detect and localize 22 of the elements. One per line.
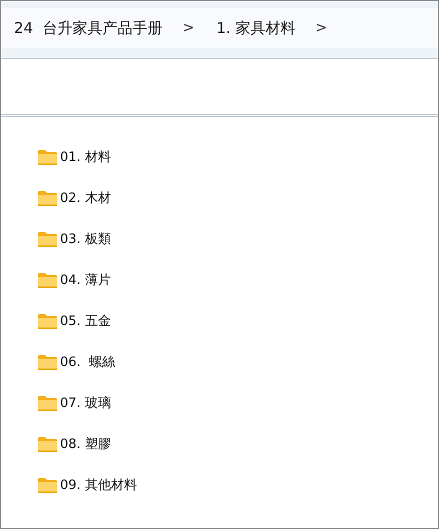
folder-name[interactable]: 05. 五金 bbox=[60, 312, 111, 332]
folder-name[interactable]: 02. 木材 bbox=[60, 188, 111, 208]
folder-name[interactable]: 09. 其他材料 bbox=[60, 476, 137, 496]
folder-name[interactable]: 01. 材料 bbox=[60, 148, 111, 168]
folder-icon bbox=[38, 191, 57, 206]
folder-icon bbox=[38, 437, 57, 452]
folder-name[interactable]: 04. 薄片 bbox=[60, 270, 111, 290]
folder-name[interactable]: 07. 玻璃 bbox=[60, 394, 111, 414]
folder-icon bbox=[38, 478, 57, 493]
folder-name[interactable]: 03. 板類 bbox=[60, 230, 111, 250]
folder-icon bbox=[38, 396, 57, 411]
breadcrumb-item[interactable]: 24 台升家具产品手册 bbox=[14, 16, 163, 40]
chevron-icon[interactable]: > bbox=[182, 18, 194, 38]
folder-name[interactable]: 08. 塑膠 bbox=[60, 434, 111, 454]
breadcrumb-item[interactable]: 1. 家具材料 bbox=[216, 16, 296, 40]
chevron-icon[interactable]: > bbox=[315, 18, 328, 38]
folder-icon bbox=[38, 150, 57, 165]
folder-name[interactable]: 06. 螺絲 bbox=[60, 352, 115, 372]
folder-icon bbox=[38, 355, 57, 370]
folder-icon bbox=[38, 273, 57, 288]
folder-icon bbox=[38, 314, 57, 329]
folder-icon bbox=[38, 232, 57, 247]
